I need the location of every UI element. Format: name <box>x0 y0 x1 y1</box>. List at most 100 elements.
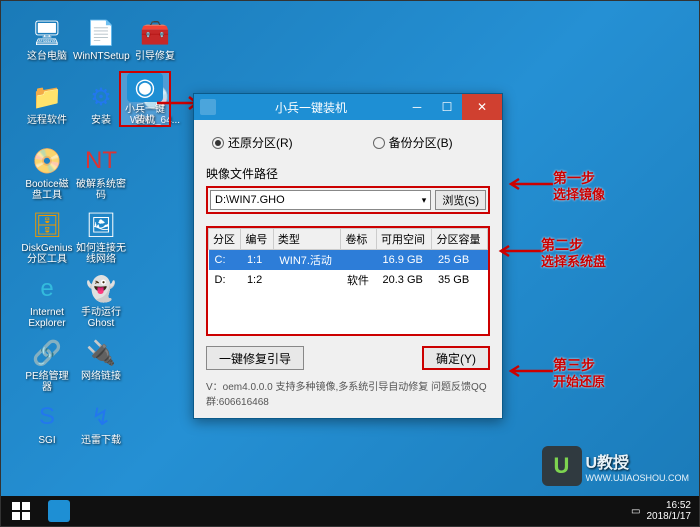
icon-label: 如何连接无线网络 <box>75 243 127 265</box>
footer-info: V：oem4.0.0.0 支持多种镜像,多系统引导自动修复 问题反馈QQ群:60… <box>206 378 490 408</box>
dialog-body: 还原分区(R) 备份分区(B) 映像文件路径 D:\WIN7.GHO ▾ 浏览(… <box>194 120 502 418</box>
mode-radios: 还原分区(R) 备份分区(B) <box>206 130 490 155</box>
app-icon: NT <box>85 145 117 177</box>
table-row[interactable]: D:1:2 软件20.3 GB35 GB <box>209 270 488 290</box>
table-header[interactable]: 分区 <box>209 229 241 250</box>
desktop: 🖥这台电脑📄WinNTSetup🧰引导修复📁远程软件⚙安装💿WIN7_64...… <box>1 1 699 526</box>
app-icon: 📁 <box>31 81 63 113</box>
table-cell: D: <box>209 270 241 290</box>
app-icon: 👻 <box>85 273 117 305</box>
table-cell: 软件 <box>341 270 377 290</box>
icon-label: DiskGenius分区工具 <box>21 243 73 265</box>
dropdown-icon[interactable]: ▾ <box>422 195 427 206</box>
table-cell: 25 GB <box>432 250 488 271</box>
annotation-arrow-1 <box>505 177 555 191</box>
desktop-icon[interactable]: 🔌 网络链接 <box>75 337 127 393</box>
partition-table: 分区编号类型卷标可用空间分区容量 C:1:1WIN7.活动 16.9 GB25 G… <box>206 226 490 336</box>
button-row: 一键修复引导 确定(Y) <box>206 346 490 370</box>
icon-label: PE络管理器 <box>21 371 73 393</box>
annotation: 第一步选择镜像 <box>553 169 605 204</box>
table-cell <box>341 250 377 271</box>
table-cell: 20.3 GB <box>377 270 432 290</box>
desktop-icon[interactable]: NT破解系统密码 <box>75 145 127 201</box>
desktop-icon[interactable]: 🖥 这台电脑 <box>21 17 73 73</box>
annotation: 第二步选择系统盘 <box>541 236 606 271</box>
table-cell: WIN7.活动 <box>273 250 341 271</box>
icon-label: 这台电脑 <box>27 51 67 62</box>
table-header[interactable]: 编号 <box>241 229 273 250</box>
desktop-icon[interactable]: 📄WinNTSetup <box>75 17 127 73</box>
path-label: 映像文件路径 <box>206 165 490 182</box>
desktop-icon[interactable]: 🖼如何连接无线网络 <box>75 209 127 265</box>
desktop-icon[interactable]: 📀Bootice磁盘工具 <box>21 145 73 201</box>
table-cell: 1:2 <box>241 270 273 290</box>
desktop-icon[interactable]: 🧰引导修复 <box>129 17 181 73</box>
table-header[interactable]: 卷标 <box>341 229 377 250</box>
app-icon: 🧰 <box>139 17 171 49</box>
path-row: D:\WIN7.GHO ▾ 浏览(S) <box>206 186 490 214</box>
app-icon: 🔗 <box>31 337 63 369</box>
app-icon: S <box>31 401 63 433</box>
app-icon: 🖼 <box>85 209 117 241</box>
installer-dialog: 小兵一键装机 ─ ☐ ✕ 还原分区(R) 备份分区(B) 映像文件路径 D:\W… <box>193 93 503 419</box>
desktop-icon[interactable]: 📁 远程软件 <box>21 81 73 137</box>
desktop-icon[interactable]: 🔗PE络管理器 <box>21 337 73 393</box>
icon-label: 手动运行Ghost <box>75 307 127 329</box>
radio-restore[interactable]: 还原分区(R) <box>212 134 293 151</box>
taskbar: ▭ 16:52 2018/1/17 <box>1 496 699 526</box>
image-path-input[interactable]: D:\WIN7.GHO ▾ <box>210 190 431 210</box>
tray-flag-icon[interactable]: ▭ <box>631 506 640 517</box>
table-header[interactable]: 分区容量 <box>432 229 488 250</box>
app-icon: 📀 <box>31 145 63 177</box>
watermark: U U教授 WWW.UJIAOSHOU.COM <box>542 446 690 486</box>
icon-label: 破解系统密码 <box>75 179 127 201</box>
desktop-icon[interactable]: ↯ 迅雷下载 <box>75 401 127 457</box>
watermark-text: U教授 <box>586 455 630 472</box>
desktop-icon[interactable]: 🗄DiskGenius分区工具 <box>21 209 73 265</box>
clock[interactable]: 16:52 2018/1/17 <box>647 500 692 522</box>
table-header[interactable]: 类型 <box>273 229 341 250</box>
repair-boot-button[interactable]: 一键修复引导 <box>206 346 304 370</box>
table-header[interactable]: 可用空间 <box>377 229 432 250</box>
table-row[interactable]: C:1:1WIN7.活动 16.9 GB25 GB <box>209 250 488 271</box>
window-title: 小兵一键装机 <box>220 99 402 116</box>
table-cell: C: <box>209 250 241 271</box>
icon-label: 远程软件 <box>27 115 67 126</box>
desktop-icon[interactable]: eInternet Explorer <box>21 273 73 329</box>
table-cell: 16.9 GB <box>377 250 432 271</box>
watermark-url: WWW.UJIAOSHOU.COM <box>586 473 690 483</box>
icon-label: 迅雷下载 <box>81 435 121 446</box>
close-button[interactable]: ✕ <box>462 94 502 120</box>
icon-label: 网络链接 <box>81 371 121 382</box>
browse-button[interactable]: 浏览(S) <box>435 190 486 210</box>
annotation-text: 第一步选择镜像 <box>553 169 605 204</box>
radio-backup[interactable]: 备份分区(B) <box>373 134 453 151</box>
titlebar[interactable]: 小兵一键装机 ─ ☐ ✕ <box>194 94 502 120</box>
app-icon: e <box>31 273 63 305</box>
app-icon <box>200 99 216 115</box>
maximize-button[interactable]: ☐ <box>432 97 462 117</box>
icon-label: Internet Explorer <box>21 307 73 329</box>
icon-label: Bootice磁盘工具 <box>21 179 73 201</box>
watermark-icon: U <box>542 446 582 486</box>
app-icon: 🔌 <box>85 337 117 369</box>
table-cell: 1:1 <box>241 250 273 271</box>
icon-label: 安装 <box>91 115 111 126</box>
app-icon: 🖥 <box>31 17 63 49</box>
icon-label: SGI <box>38 435 55 446</box>
app-icon: ↯ <box>85 401 117 433</box>
start-button[interactable] <box>1 496 41 526</box>
annotation: 第三步开始还原 <box>553 356 605 391</box>
system-tray: ▭ 16:52 2018/1/17 <box>631 500 699 522</box>
confirm-button[interactable]: 确定(Y) <box>422 346 490 370</box>
minimize-button[interactable]: ─ <box>402 97 432 117</box>
table-cell <box>273 270 341 290</box>
annotation-text: 第三步开始还原 <box>553 356 605 391</box>
desktop-icon[interactable]: S SGI <box>21 401 73 457</box>
desktop-icon[interactable]: 👻手动运行Ghost <box>75 273 127 329</box>
app-icon: 📄 <box>85 17 117 49</box>
app-icon: 🗄 <box>31 209 63 241</box>
taskbar-app-icon[interactable] <box>41 496 77 526</box>
table-cell: 35 GB <box>432 270 488 290</box>
annotation-text: 第二步选择系统盘 <box>541 236 606 271</box>
